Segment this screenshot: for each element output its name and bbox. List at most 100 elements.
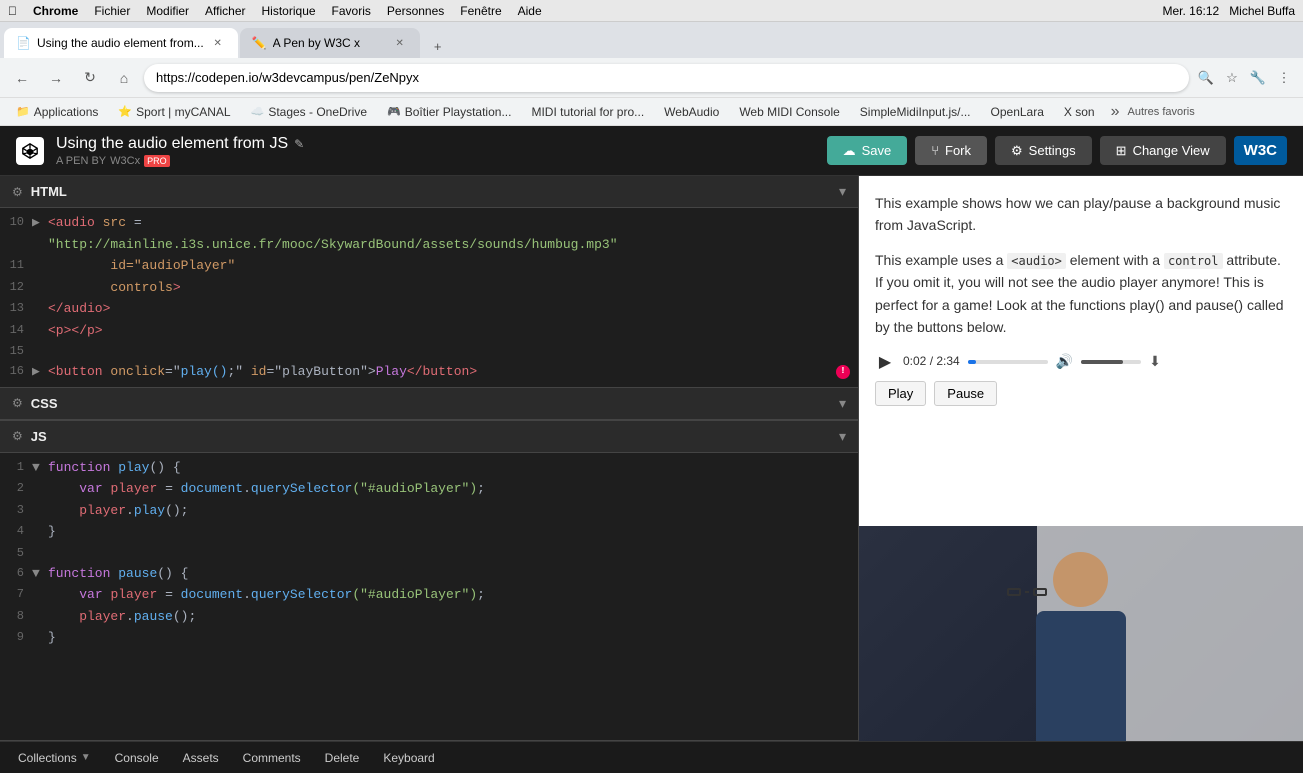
aide-menu[interactable]: Aide <box>518 4 542 18</box>
bookmark-xson[interactable]: X son <box>1056 103 1103 121</box>
bookmark-label: Web MIDI Console <box>739 105 839 119</box>
bookmark-webaudio[interactable]: WebAudio <box>656 103 727 121</box>
save-label: Save <box>862 143 892 158</box>
active-tab[interactable]: 📄 Using the audio element from... ✕ <box>4 28 238 58</box>
bookmarks-more-button[interactable]: » <box>1111 103 1120 121</box>
settings-button[interactable]: ⚙ Settings <box>995 136 1092 165</box>
modifier-menu[interactable]: Modifier <box>146 4 189 18</box>
bookmark-openlara[interactable]: OpenLara <box>983 103 1052 121</box>
extension-icon[interactable]: 🔧 <box>1247 67 1269 89</box>
css-panel-label: CSS <box>31 396 58 411</box>
html-code-area[interactable]: 10 ▶ <audio src = "http://mainline.i3s.u… <box>0 208 858 387</box>
bookmark-applications[interactable]: 📁 Applications <box>8 103 106 121</box>
bookmark-folder-icon: 📁 <box>16 105 30 118</box>
bookmark-label: Applications <box>34 105 99 119</box>
forward-button[interactable]: → <box>42 64 70 92</box>
fork-label: Fork <box>945 143 971 158</box>
pause-button[interactable]: Pause <box>934 381 997 406</box>
html-settings-icon[interactable]: ⚙ <box>12 185 23 199</box>
js-panel-header: ⚙ JS ▾ <box>0 421 858 453</box>
tab-close-button[interactable]: ✕ <box>210 35 226 51</box>
codepen-logo[interactable] <box>16 137 44 165</box>
fenetre-menu[interactable]: Fenêtre <box>460 4 501 18</box>
address-input[interactable] <box>144 64 1189 92</box>
mac-menubar:  Chrome Fichier Modifier Afficher Histo… <box>0 0 1303 22</box>
edit-pen-icon[interactable]: ✎ <box>294 137 304 151</box>
bookmark-simplemidi[interactable]: SimpleMidiInput.js/... <box>852 103 979 121</box>
js-line-1: 1 ▼ function play() { <box>0 457 858 479</box>
css-settings-icon[interactable]: ⚙ <box>12 396 23 410</box>
video-thumbnail <box>859 526 1303 741</box>
fork-button[interactable]: ⑂ Fork <box>915 136 987 165</box>
tab2-close-button[interactable]: ✕ <box>392 35 408 51</box>
code-line-14: 14 <p></p> <box>0 320 858 342</box>
favoris-menu[interactable]: Favoris <box>332 4 371 18</box>
audio-progress-bar[interactable] <box>968 360 1048 364</box>
css-panel-header: ⚙ CSS ▾ <box>0 388 858 420</box>
pen-author-name[interactable]: W3Cx <box>110 155 140 167</box>
bookmark-stages[interactable]: ☁️ Stages - OneDrive <box>243 103 375 121</box>
settings-label: Settings <box>1029 143 1076 158</box>
js-line-3: 3 player.play(); <box>0 500 858 522</box>
play-button[interactable]: Play <box>875 381 926 406</box>
html-panel-label: HTML <box>31 184 67 199</box>
inactive-tab-title: A Pen by W3C x <box>273 36 386 50</box>
changeview-button[interactable]: ⊞ Change View <box>1100 136 1226 165</box>
apple-menu[interactable]:  <box>8 4 17 18</box>
preview-code1: <audio> <box>1007 253 1066 269</box>
autres-favoris[interactable]: Autres favoris <box>1127 106 1194 118</box>
bookmark-sport[interactable]: ⭐ Sport | myCANAL <box>110 103 238 121</box>
delete-button[interactable]: Delete <box>315 748 370 768</box>
historique-menu[interactable]: Historique <box>262 4 316 18</box>
audio-progress-fill <box>968 360 976 364</box>
person-silhouette <box>992 526 1170 741</box>
html-panel-header: ⚙ HTML ▾ <box>0 176 858 208</box>
code-line-11: 11 id="audioPlayer" <box>0 255 858 277</box>
fichier-menu[interactable]: Fichier <box>94 4 130 18</box>
w3c-button[interactable]: W3C <box>1234 136 1287 165</box>
comments-button[interactable]: Comments <box>233 748 311 768</box>
home-button[interactable]: ⌂ <box>110 64 138 92</box>
js-settings-icon[interactable]: ⚙ <box>12 429 23 443</box>
collections-label: Collections <box>18 751 77 765</box>
code-line-10: 10 ▶ <audio src = <box>0 212 858 234</box>
fork-icon: ⑂ <box>931 143 939 158</box>
bookmark-webmidi[interactable]: Web MIDI Console <box>731 103 847 121</box>
collections-button[interactable]: Collections ▼ <box>8 748 101 768</box>
inactive-tab[interactable]: ✏️ A Pen by W3C x ✕ <box>240 28 420 58</box>
search-icon[interactable]: 🔍 <box>1195 67 1217 89</box>
audio-play-button[interactable]: ▶ <box>875 352 895 372</box>
code-line-str: "http://mainline.i3s.unice.fr/mooc/Skywa… <box>0 234 858 256</box>
js-line-2: 2 var player = document.querySelector("#… <box>0 478 858 500</box>
preview-text-1: This example shows how we can play/pause… <box>875 192 1287 237</box>
bookmark-icon[interactable]: ☆ <box>1221 67 1243 89</box>
assets-button[interactable]: Assets <box>173 748 229 768</box>
bookmark-boitier[interactable]: 🎮 Boîtier Playstation... <box>379 103 519 121</box>
html-panel: ⚙ HTML ▾ 10 ▶ <audio src = "http://mainl… <box>0 176 858 388</box>
delete-label: Delete <box>325 751 360 765</box>
keyboard-button[interactable]: Keyboard <box>373 748 444 768</box>
css-panel-collapse[interactable]: ▾ <box>839 395 846 412</box>
comments-label: Comments <box>243 751 301 765</box>
personnes-menu[interactable]: Personnes <box>387 4 444 18</box>
glasses-bridge <box>1025 591 1029 593</box>
reload-button[interactable]: ↻ <box>76 64 104 92</box>
js-panel-collapse[interactable]: ▾ <box>839 428 846 445</box>
download-icon[interactable]: ⬇ <box>1149 350 1161 372</box>
new-tab-button[interactable]: + <box>426 34 450 58</box>
bookmark-label: Sport | myCANAL <box>136 105 230 119</box>
back-button[interactable]: ← <box>8 64 36 92</box>
save-button[interactable]: ☁ Save <box>827 136 908 165</box>
html-panel-collapse[interactable]: ▾ <box>839 183 846 200</box>
js-code-area[interactable]: 1 ▼ function play() { 2 var player = doc… <box>0 453 858 741</box>
js-panel: ⚙ JS ▾ 1 ▼ function play() { 2 var playe… <box>0 421 858 742</box>
bookmark-midi[interactable]: MIDI tutorial for pro... <box>523 103 652 121</box>
bookmark-label: Boîtier Playstation... <box>405 105 512 119</box>
volume-bar[interactable] <box>1081 360 1141 364</box>
bookmark-cloud-icon: ☁️ <box>251 105 265 118</box>
console-button[interactable]: Console <box>105 748 169 768</box>
chrome-menu-item[interactable]: Chrome <box>33 4 78 18</box>
afficher-menu[interactable]: Afficher <box>205 4 245 18</box>
volume-icon[interactable]: 🔊 <box>1056 350 1073 372</box>
chrome-menu-icon[interactable]: ⋮ <box>1273 67 1295 89</box>
